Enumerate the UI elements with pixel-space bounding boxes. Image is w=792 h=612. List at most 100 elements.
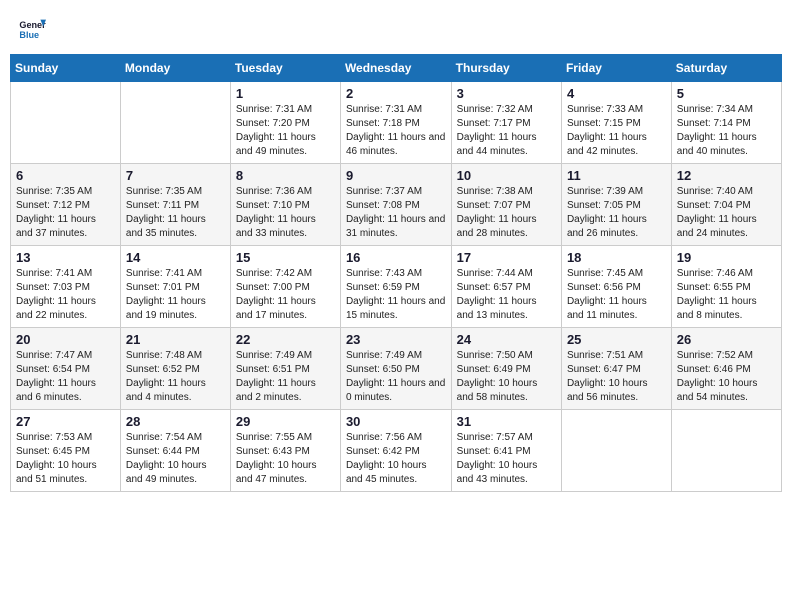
day-number: 9 (346, 168, 446, 183)
day-cell: 25 Sunrise: 7:51 AM Sunset: 6:47 PM Dayli… (561, 328, 671, 410)
col-header-friday: Friday (561, 55, 671, 82)
day-cell: 1Sunrise: 7:31 AM Sunset: 7:20 PM Daylig… (230, 82, 340, 164)
day-cell: 20Sunrise: 7:47 AM Sunset: 6:54 PM Dayli… (11, 328, 121, 410)
day-info: Sunrise: 7:43 AM Sunset: 6:59 PM Dayligh… (346, 267, 446, 323)
week-row-1: 1Sunrise: 7:31 AM Sunset: 7:20 PM Daylig… (11, 82, 782, 164)
day-number: 8 (236, 168, 335, 183)
day-cell: 24 Sunrise: 7:50 AM Sunset: 6:49 PM Dayli… (451, 328, 561, 410)
day-info: Sunrise: 7:48 AM Sunset: 6:52 PM Dayligh… (126, 349, 225, 405)
day-number: 19 (677, 250, 776, 265)
day-number: 18 (567, 250, 666, 265)
day-number: 15 (236, 250, 335, 265)
day-cell: 30 Sunrise: 7:56 AM Sunset: 6:42 PM Dayli… (340, 410, 451, 492)
day-number: 23 (346, 332, 446, 347)
day-cell: 15 Sunrise: 7:42 AM Sunset: 7:00 PM Dayli… (230, 246, 340, 328)
day-number: 4 (567, 86, 666, 101)
day-number: 21 (126, 332, 225, 347)
col-header-thursday: Thursday (451, 55, 561, 82)
day-cell: 22 Sunrise: 7:49 AM Sunset: 6:51 PM Dayli… (230, 328, 340, 410)
day-info: Sunrise: 7:46 AM Sunset: 6:55 PM Dayligh… (677, 267, 776, 323)
day-info: Sunrise: 7:45 AM Sunset: 6:56 PM Dayligh… (567, 267, 666, 323)
day-cell (11, 82, 121, 164)
day-info: Sunrise: 7:47 AM Sunset: 6:54 PM Dayligh… (16, 349, 115, 405)
day-cell: 10Sunrise: 7:38 AM Sunset: 7:07 PM Dayli… (451, 164, 561, 246)
day-info: Sunrise: 7:51 AM Sunset: 6:47 PM Dayligh… (567, 349, 666, 405)
week-row-3: 13 Sunrise: 7:41 AM Sunset: 7:03 PM Dayli… (11, 246, 782, 328)
calendar-table: SundayMondayTuesdayWednesdayThursdayFrid… (10, 54, 782, 492)
day-info: Sunrise: 7:33 AM Sunset: 7:15 PM Dayligh… (567, 103, 666, 159)
day-number: 25 (567, 332, 666, 347)
day-number: 7 (126, 168, 225, 183)
day-number: 22 (236, 332, 335, 347)
week-row-5: 27 Sunrise: 7:53 AM Sunset: 6:45 PM Dayli… (11, 410, 782, 492)
day-number: 30 (346, 414, 446, 429)
day-cell: 9 Sunrise: 7:37 AM Sunset: 7:08 PM Daylig… (340, 164, 451, 246)
day-number: 28 (126, 414, 225, 429)
day-cell: 5Sunrise: 7:34 AM Sunset: 7:14 PM Daylig… (671, 82, 781, 164)
day-info: Sunrise: 7:31 AM Sunset: 7:18 PM Dayligh… (346, 103, 446, 159)
day-info: Sunrise: 7:52 AM Sunset: 6:46 PM Dayligh… (677, 349, 776, 405)
day-number: 16 (346, 250, 446, 265)
day-cell: 18 Sunrise: 7:45 AM Sunset: 6:56 PM Dayli… (561, 246, 671, 328)
day-cell: 13 Sunrise: 7:41 AM Sunset: 7:03 PM Dayli… (11, 246, 121, 328)
day-cell: 2 Sunrise: 7:31 AM Sunset: 7:18 PM Daylig… (340, 82, 451, 164)
day-info: Sunrise: 7:44 AM Sunset: 6:57 PM Dayligh… (457, 267, 556, 323)
day-cell (561, 410, 671, 492)
day-cell (671, 410, 781, 492)
day-cell: 31Sunrise: 7:57 AM Sunset: 6:41 PM Dayli… (451, 410, 561, 492)
day-info: Sunrise: 7:53 AM Sunset: 6:45 PM Dayligh… (16, 431, 115, 487)
day-info: Sunrise: 7:35 AM Sunset: 7:11 PM Dayligh… (126, 185, 225, 241)
day-info: Sunrise: 7:56 AM Sunset: 6:42 PM Dayligh… (346, 431, 446, 487)
day-info: Sunrise: 7:49 AM Sunset: 6:51 PM Dayligh… (236, 349, 335, 405)
logo: General Blue (18, 14, 50, 42)
day-cell: 29Sunrise: 7:55 AM Sunset: 6:43 PM Dayli… (230, 410, 340, 492)
col-header-wednesday: Wednesday (340, 55, 451, 82)
day-info: Sunrise: 7:41 AM Sunset: 7:03 PM Dayligh… (16, 267, 115, 323)
day-number: 31 (457, 414, 556, 429)
day-info: Sunrise: 7:42 AM Sunset: 7:00 PM Dayligh… (236, 267, 335, 323)
day-info: Sunrise: 7:36 AM Sunset: 7:10 PM Dayligh… (236, 185, 335, 241)
day-number: 1 (236, 86, 335, 101)
day-cell: 28 Sunrise: 7:54 AM Sunset: 6:44 PM Dayli… (120, 410, 230, 492)
day-number: 2 (346, 86, 446, 101)
col-header-monday: Monday (120, 55, 230, 82)
day-cell: 7 Sunrise: 7:35 AM Sunset: 7:11 PM Daylig… (120, 164, 230, 246)
day-cell: 4 Sunrise: 7:33 AM Sunset: 7:15 PM Daylig… (561, 82, 671, 164)
svg-text:Blue: Blue (19, 30, 39, 40)
day-info: Sunrise: 7:49 AM Sunset: 6:50 PM Dayligh… (346, 349, 446, 405)
day-number: 10 (457, 168, 556, 183)
calendar-header-row: SundayMondayTuesdayWednesdayThursdayFrid… (11, 55, 782, 82)
day-cell: 3 Sunrise: 7:32 AM Sunset: 7:17 PM Daylig… (451, 82, 561, 164)
logo-icon: General Blue (18, 14, 46, 42)
day-info: Sunrise: 7:37 AM Sunset: 7:08 PM Dayligh… (346, 185, 446, 241)
day-number: 11 (567, 168, 666, 183)
day-number: 6 (16, 168, 115, 183)
day-info: Sunrise: 7:32 AM Sunset: 7:17 PM Dayligh… (457, 103, 556, 159)
day-cell: 14 Sunrise: 7:41 AM Sunset: 7:01 PM Dayli… (120, 246, 230, 328)
day-cell: 16 Sunrise: 7:43 AM Sunset: 6:59 PM Dayli… (340, 246, 451, 328)
day-info: Sunrise: 7:41 AM Sunset: 7:01 PM Dayligh… (126, 267, 225, 323)
day-number: 3 (457, 86, 556, 101)
day-number: 13 (16, 250, 115, 265)
day-info: Sunrise: 7:40 AM Sunset: 7:04 PM Dayligh… (677, 185, 776, 241)
day-cell: 23 Sunrise: 7:49 AM Sunset: 6:50 PM Dayli… (340, 328, 451, 410)
day-number: 27 (16, 414, 115, 429)
day-cell: 19 Sunrise: 7:46 AM Sunset: 6:55 PM Dayli… (671, 246, 781, 328)
day-cell: 12Sunrise: 7:40 AM Sunset: 7:04 PM Dayli… (671, 164, 781, 246)
day-cell: 26 Sunrise: 7:52 AM Sunset: 6:46 PM Dayli… (671, 328, 781, 410)
day-cell: 21 Sunrise: 7:48 AM Sunset: 6:52 PM Dayli… (120, 328, 230, 410)
page-header: General Blue (10, 10, 782, 46)
day-number: 24 (457, 332, 556, 347)
day-info: Sunrise: 7:35 AM Sunset: 7:12 PM Dayligh… (16, 185, 115, 241)
col-header-saturday: Saturday (671, 55, 781, 82)
day-info: Sunrise: 7:55 AM Sunset: 6:43 PM Dayligh… (236, 431, 335, 487)
day-cell: 6 Sunrise: 7:35 AM Sunset: 7:12 PM Daylig… (11, 164, 121, 246)
day-info: Sunrise: 7:54 AM Sunset: 6:44 PM Dayligh… (126, 431, 225, 487)
week-row-2: 6 Sunrise: 7:35 AM Sunset: 7:12 PM Daylig… (11, 164, 782, 246)
day-cell: 11Sunrise: 7:39 AM Sunset: 7:05 PM Dayli… (561, 164, 671, 246)
day-number: 26 (677, 332, 776, 347)
day-number: 17 (457, 250, 556, 265)
day-number: 14 (126, 250, 225, 265)
day-info: Sunrise: 7:50 AM Sunset: 6:49 PM Dayligh… (457, 349, 556, 405)
day-info: Sunrise: 7:34 AM Sunset: 7:14 PM Dayligh… (677, 103, 776, 159)
